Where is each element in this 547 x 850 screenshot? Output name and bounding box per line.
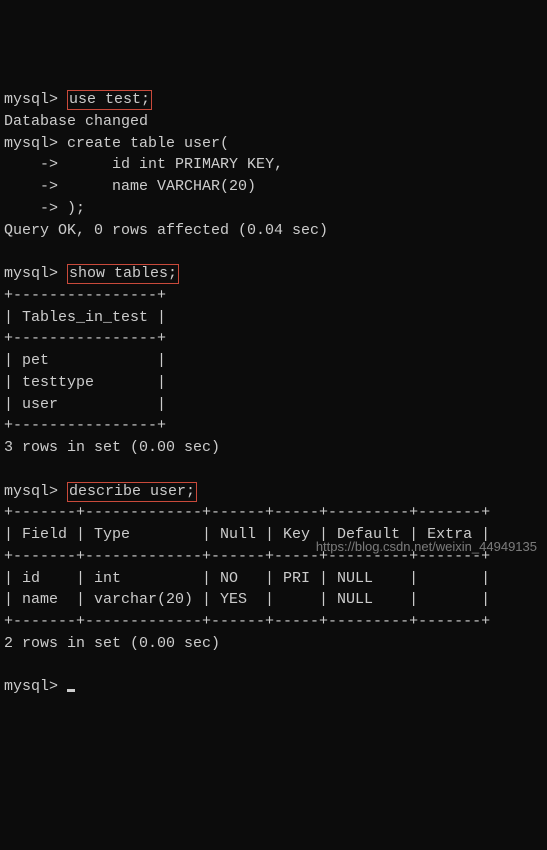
response-rows-in-set: 2 rows in set (0.00 sec) bbox=[4, 635, 220, 652]
continuation-prompt: -> bbox=[4, 156, 58, 173]
continuation-prompt: -> bbox=[4, 178, 58, 195]
mysql-prompt: mysql> bbox=[4, 91, 58, 108]
command-describe-user: describe user; bbox=[67, 482, 197, 502]
table-row: | user | bbox=[4, 396, 166, 413]
table-row: | testtype | bbox=[4, 374, 166, 391]
command-create-table-l4: ); bbox=[67, 200, 85, 217]
mysql-prompt: mysql> bbox=[4, 483, 58, 500]
table-header: | Tables_in_test | bbox=[4, 309, 166, 326]
response-db-changed: Database changed bbox=[4, 113, 148, 130]
command-create-table-l2: id int PRIMARY KEY, bbox=[67, 156, 283, 173]
cursor-icon[interactable] bbox=[67, 689, 75, 692]
table-border: +-------+-------------+------+-----+----… bbox=[4, 504, 490, 521]
watermark-text: https://blog.csdn.net/weixin_44949135 bbox=[316, 538, 537, 557]
mysql-prompt: mysql> bbox=[4, 265, 58, 282]
table-row: | id | int | NO | PRI | NULL | | bbox=[4, 570, 490, 587]
response-query-ok: Query OK, 0 rows affected (0.04 sec) bbox=[4, 222, 328, 239]
mysql-prompt: mysql> bbox=[4, 135, 58, 152]
command-create-table-l1: create table user( bbox=[67, 135, 229, 152]
table-border: +----------------+ bbox=[4, 417, 166, 434]
mysql-prompt: mysql> bbox=[4, 678, 58, 695]
table-row: | name | varchar(20) | YES | | NULL | | bbox=[4, 591, 490, 608]
terminal-output: mysql> use test; Database changed mysql>… bbox=[4, 89, 543, 698]
table-border: +-------+-------------+------+-----+----… bbox=[4, 613, 490, 630]
table-border: +----------------+ bbox=[4, 287, 166, 304]
command-show-tables: show tables; bbox=[67, 264, 179, 284]
continuation-prompt: -> bbox=[4, 200, 58, 217]
table-row: | pet | bbox=[4, 352, 166, 369]
table-border: +----------------+ bbox=[4, 330, 166, 347]
command-use-test: use test; bbox=[67, 90, 152, 110]
command-create-table-l3: name VARCHAR(20) bbox=[67, 178, 256, 195]
response-rows-in-set: 3 rows in set (0.00 sec) bbox=[4, 439, 220, 456]
